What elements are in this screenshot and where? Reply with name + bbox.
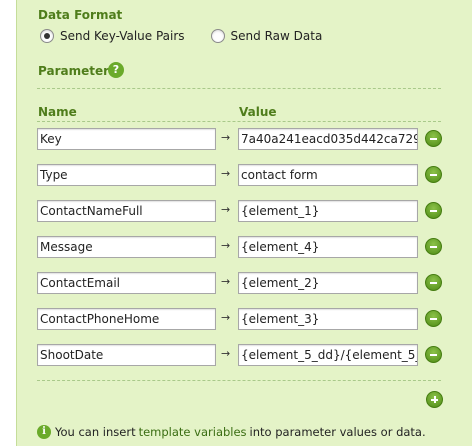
parameter-value-input[interactable]: {element_2} bbox=[238, 272, 418, 294]
parameter-value-input[interactable]: contact form bbox=[238, 164, 418, 186]
footer-note: i You can insert template variables into… bbox=[37, 425, 426, 439]
plus-circle-icon[interactable] bbox=[426, 391, 443, 408]
arrow-icon: → bbox=[221, 167, 231, 180]
minus-circle-icon[interactable] bbox=[425, 130, 442, 147]
data-format-options: Send Key-Value Pairs Send Raw Data bbox=[40, 29, 348, 43]
parameter-name-input[interactable]: ContactEmail bbox=[37, 272, 216, 294]
column-header-name: Name bbox=[38, 105, 77, 119]
radio-send-key-value-pairs[interactable]: Send Key-Value Pairs bbox=[40, 29, 185, 43]
parameter-name-input[interactable]: ContactPhoneHome bbox=[37, 308, 216, 330]
header-divider bbox=[37, 121, 441, 122]
arrow-icon: → bbox=[221, 311, 231, 324]
parameter-value-input[interactable]: 7a40a241eacd035d442ca7299 bbox=[238, 128, 418, 150]
minus-circle-icon[interactable] bbox=[425, 310, 442, 327]
divider bbox=[37, 88, 441, 89]
parameter-row: ContactEmail → {element_2} bbox=[37, 272, 447, 294]
radio-dot bbox=[44, 33, 50, 39]
template-variables-link[interactable]: template variables bbox=[139, 425, 247, 439]
parameter-row: ContactPhoneHome → {element_3} bbox=[37, 308, 447, 330]
radio-label: Send Key-Value Pairs bbox=[60, 29, 185, 43]
minus-circle-icon[interactable] bbox=[425, 346, 442, 363]
column-header-value: Value bbox=[239, 105, 277, 119]
parameter-row: ContactNameFull → {element_1} bbox=[37, 200, 447, 222]
arrow-icon: → bbox=[221, 131, 231, 144]
footer-prefix: You can insert bbox=[55, 425, 136, 439]
minus-circle-icon[interactable] bbox=[425, 166, 442, 183]
parameter-value-input[interactable]: {element_1} bbox=[238, 200, 418, 222]
radio-button-selected[interactable] bbox=[40, 29, 54, 43]
radio-send-raw-data[interactable]: Send Raw Data bbox=[210, 29, 323, 43]
parameter-name-input[interactable]: Key bbox=[37, 128, 216, 150]
parameter-value-input[interactable]: {element_5_dd}/{element_5_mm} bbox=[238, 344, 418, 366]
radio-button[interactable] bbox=[210, 29, 225, 43]
minus-circle-icon[interactable] bbox=[425, 202, 442, 219]
info-icon: i bbox=[37, 425, 51, 439]
parameter-row: Message → {element_4} bbox=[37, 236, 447, 258]
arrow-icon: → bbox=[221, 203, 231, 216]
parameters-title: Parameters bbox=[38, 64, 117, 78]
parameter-value-input[interactable]: {element_3} bbox=[238, 308, 418, 330]
parameter-name-input[interactable]: Type bbox=[37, 164, 216, 186]
data-format-title: Data Format bbox=[38, 8, 123, 22]
parameter-row: Type → contact form bbox=[37, 164, 447, 186]
radio-label: Send Raw Data bbox=[230, 29, 323, 43]
arrow-icon: → bbox=[221, 347, 231, 360]
minus-circle-icon[interactable] bbox=[425, 274, 442, 291]
parameter-name-input[interactable]: Message bbox=[37, 236, 216, 258]
divider bbox=[37, 380, 441, 381]
arrow-icon: → bbox=[221, 275, 231, 288]
minus-circle-icon[interactable] bbox=[425, 238, 442, 255]
parameter-name-input[interactable]: ShootDate bbox=[37, 344, 216, 366]
parameter-row: Key → 7a40a241eacd035d442ca7299 bbox=[37, 128, 447, 150]
webhook-settings-panel: Data Format Send Key-Value Pairs Send Ra… bbox=[16, 0, 472, 446]
parameter-value-input[interactable]: {element_4} bbox=[238, 236, 418, 258]
footer-suffix: into parameter values or data. bbox=[249, 425, 426, 439]
parameter-row: ShootDate → {element_5_dd}/{element_5_mm… bbox=[37, 344, 447, 366]
parameter-name-input[interactable]: ContactNameFull bbox=[37, 200, 216, 222]
arrow-icon: → bbox=[221, 239, 231, 252]
help-icon[interactable]: ? bbox=[108, 62, 124, 78]
